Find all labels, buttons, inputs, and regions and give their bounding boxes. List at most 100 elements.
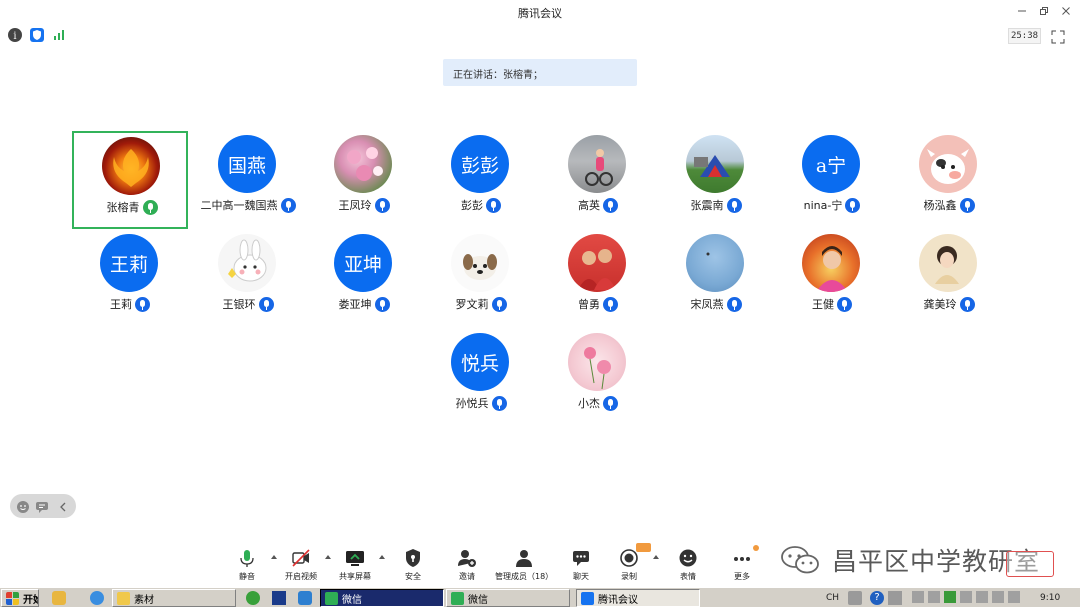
participant-tile[interactable]: 王凤玲 bbox=[306, 131, 422, 229]
mic-icon[interactable] bbox=[726, 296, 742, 312]
close-button[interactable] bbox=[1058, 4, 1074, 18]
close-icon bbox=[1062, 7, 1070, 15]
participant-tile[interactable]: 张震南 bbox=[658, 131, 774, 229]
mic-icon[interactable] bbox=[491, 296, 507, 312]
girl-photo bbox=[816, 246, 848, 292]
mic-icon[interactable] bbox=[603, 395, 618, 411]
participant-name: 宋凤燕 bbox=[690, 298, 724, 311]
members-icon bbox=[516, 550, 532, 567]
ie-icon[interactable] bbox=[246, 591, 260, 605]
quicklaunch-icon[interactable] bbox=[52, 591, 66, 605]
participant-name: 王凤玲 bbox=[338, 199, 372, 212]
start-video-button[interactable]: 开启视频 bbox=[282, 540, 320, 584]
tray-app-icon[interactable] bbox=[944, 591, 956, 603]
participant-tile[interactable]: 杨泓鑫 bbox=[891, 131, 1007, 229]
taskbar-item-wechat[interactable]: 微信 bbox=[446, 589, 570, 607]
mic-icon[interactable] bbox=[135, 296, 150, 312]
participant-tile[interactable]: 曾勇 bbox=[540, 230, 656, 328]
emoji-icon bbox=[679, 549, 697, 567]
participant-tile[interactable]: 亚坤 娄亚坤 bbox=[306, 230, 422, 328]
restore-button[interactable] bbox=[1036, 4, 1052, 18]
mic-icon[interactable] bbox=[486, 197, 501, 213]
mic-icon[interactable] bbox=[726, 197, 742, 213]
help-icon[interactable]: ? bbox=[870, 591, 884, 605]
tray-shield-icon[interactable] bbox=[992, 591, 1004, 603]
mic-icon[interactable] bbox=[258, 296, 274, 312]
info-icon[interactable]: i bbox=[8, 28, 22, 42]
record-options-caret[interactable] bbox=[653, 555, 659, 559]
chat-button[interactable]: 聊天 bbox=[566, 540, 596, 584]
browser-icon[interactable] bbox=[90, 591, 104, 605]
tray-icon[interactable] bbox=[888, 591, 902, 605]
microphone-icon bbox=[240, 550, 254, 567]
illustration-avatar bbox=[935, 246, 959, 284]
mic-icon[interactable] bbox=[845, 197, 861, 213]
video-options-caret[interactable] bbox=[325, 555, 331, 559]
taskbar-item-folder[interactable]: 素材 bbox=[112, 589, 236, 607]
tray-flag-icon[interactable] bbox=[912, 591, 924, 603]
participant-tile[interactable]: 悦兵 孙悦兵 bbox=[423, 329, 539, 427]
tent-photo bbox=[694, 155, 730, 177]
app-icon[interactable] bbox=[298, 591, 312, 605]
participant-tile[interactable]: 王健 bbox=[774, 230, 890, 328]
security-button[interactable]: 安全 bbox=[398, 540, 428, 584]
participant-tile[interactable]: 宋凤燕 bbox=[658, 230, 774, 328]
fullscreen-button[interactable] bbox=[1051, 29, 1065, 44]
participant-tile[interactable]: 王莉 王莉 bbox=[72, 230, 188, 328]
invite-button[interactable]: 邀请 bbox=[452, 540, 482, 584]
mic-icon[interactable] bbox=[280, 197, 296, 213]
mic-icon[interactable] bbox=[959, 296, 975, 312]
collapse-chevron-icon[interactable] bbox=[56, 499, 70, 513]
start-button[interactable]: 开始 bbox=[1, 589, 39, 607]
mic-icon[interactable] bbox=[959, 197, 975, 213]
taskbar-item-tencent-meeting[interactable]: 腾讯会议 bbox=[576, 589, 700, 607]
tray-network-icon[interactable] bbox=[928, 591, 940, 603]
tray-usb-icon[interactable] bbox=[960, 591, 972, 603]
participant-tile[interactable]: 小杰 bbox=[540, 329, 656, 427]
emoji-button[interactable]: 表情 bbox=[673, 540, 703, 584]
participant-tile[interactable]: a宁 nina-宁 bbox=[774, 131, 890, 229]
participant-tile[interactable]: 张榕青 bbox=[72, 131, 188, 229]
participant-name: 小杰 bbox=[578, 397, 600, 410]
taskbar-item-wechat-active[interactable]: 微信 bbox=[320, 589, 444, 607]
mic-active-icon[interactable] bbox=[142, 199, 158, 215]
meeting-status-bar: i 25:38 bbox=[0, 26, 1080, 46]
share-options-caret[interactable] bbox=[379, 555, 385, 559]
mic-icon[interactable] bbox=[374, 296, 390, 312]
mic-icon[interactable] bbox=[837, 296, 852, 312]
mic-icon[interactable] bbox=[603, 296, 618, 312]
mute-options-caret[interactable] bbox=[271, 555, 277, 559]
share-screen-button[interactable]: 共享屏幕 bbox=[335, 540, 375, 584]
chat-bubble-icon[interactable] bbox=[35, 499, 49, 513]
wechat-logo-icon bbox=[781, 546, 819, 574]
mute-button[interactable]: 静音 bbox=[232, 540, 262, 584]
window-title: 腾讯会议 bbox=[518, 7, 562, 20]
participant-tile[interactable]: 国燕 二中高一魏国燕 bbox=[190, 131, 306, 229]
tray-power-icon[interactable] bbox=[1008, 591, 1020, 603]
avatar bbox=[919, 234, 977, 292]
signal-icon[interactable] bbox=[52, 28, 66, 42]
dog-photo bbox=[463, 254, 497, 280]
mic-icon[interactable] bbox=[491, 395, 507, 411]
shield-icon[interactable] bbox=[30, 28, 44, 42]
wechat-icon bbox=[325, 591, 338, 605]
mic-icon[interactable] bbox=[603, 197, 618, 213]
svg-text:i: i bbox=[13, 31, 16, 42]
mic-icon[interactable] bbox=[374, 197, 390, 213]
smile-icon[interactable] bbox=[16, 499, 30, 513]
ime-indicator[interactable]: CH bbox=[826, 589, 839, 607]
participant-tile[interactable]: 彭彭 彭彭 bbox=[423, 131, 539, 229]
participant-tile[interactable]: 王银环 bbox=[190, 230, 306, 328]
phoenix-photo bbox=[113, 149, 149, 187]
participant-tile[interactable]: 高英 bbox=[540, 131, 656, 229]
cartoon-rabbit-avatar bbox=[228, 239, 267, 282]
tray-volume-icon[interactable] bbox=[976, 591, 988, 603]
minimize-button[interactable] bbox=[1014, 4, 1030, 18]
participant-name: 王银环 bbox=[222, 298, 256, 311]
manage-members-button[interactable]: 管理成员（18） bbox=[495, 540, 553, 584]
participant-tile[interactable]: 龚美玲 bbox=[891, 230, 1007, 328]
clock[interactable]: 9:10 bbox=[1040, 589, 1060, 607]
keyboard-icon[interactable] bbox=[848, 591, 862, 605]
participant-tile[interactable]: 罗文莉 bbox=[423, 230, 539, 328]
save-disk-icon[interactable] bbox=[272, 591, 286, 605]
